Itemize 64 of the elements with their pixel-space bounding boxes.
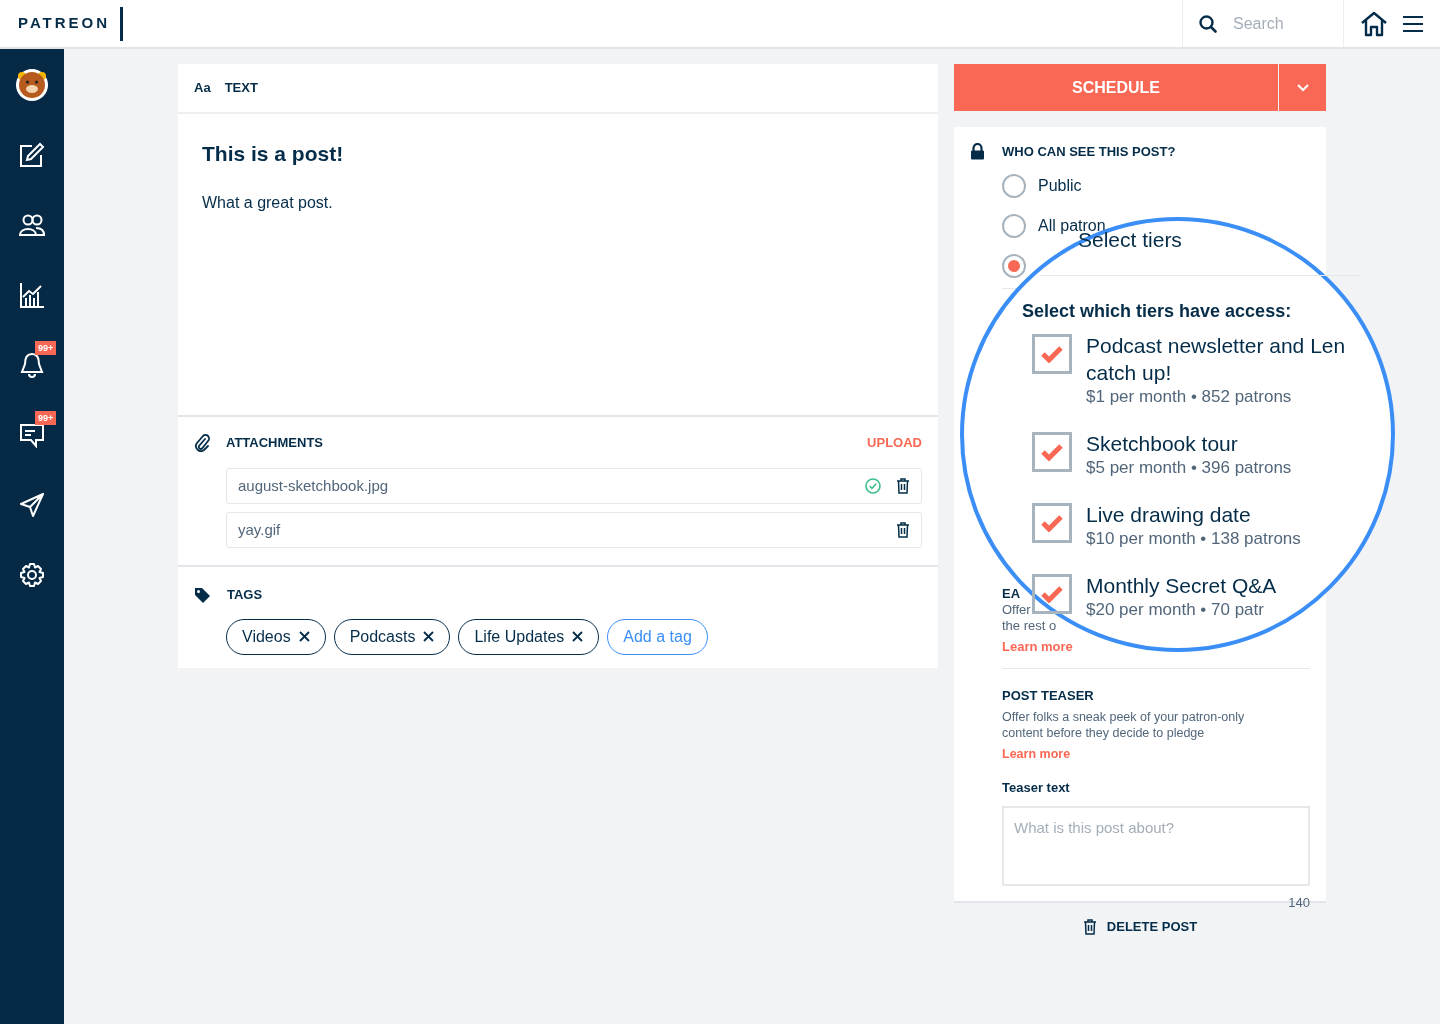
home-icon[interactable] [1360, 10, 1388, 37]
notification-badge: 99+ [35, 341, 57, 355]
bell-icon[interactable] [20, 352, 44, 378]
chevron-down-icon [1296, 83, 1309, 92]
tier-checkbox[interactable] [1032, 503, 1072, 543]
settings-icon[interactable] [19, 562, 45, 588]
trash-icon[interactable] [896, 478, 910, 495]
post-teaser-description: Offer folks a sneak peek of your patron-only content before they decide to pledge [1002, 708, 1246, 741]
trash-icon[interactable] [896, 522, 910, 539]
radio-label[interactable]: Public [1038, 173, 1082, 198]
tier-access-prompt: Select which tiers have access: [1022, 300, 1293, 322]
edit-icon[interactable] [19, 142, 45, 168]
tier-checkbox[interactable] [1032, 432, 1072, 472]
search-field[interactable]: Search [1233, 11, 1323, 36]
lock-icon [970, 143, 985, 161]
tags-heading: TAGS [227, 586, 263, 605]
radio-button[interactable] [1002, 253, 1026, 278]
tag-icon [194, 586, 211, 604]
trash-icon [1082, 918, 1097, 935]
tier-checkbox[interactable] [1032, 334, 1072, 374]
close-icon[interactable] [423, 631, 435, 643]
close-icon[interactable] [572, 631, 584, 643]
attachment-field[interactable]: yay.gif [226, 512, 922, 549]
teaser-text-field[interactable]: What is this post about? [1002, 805, 1310, 886]
checkmark-icon [1040, 443, 1064, 461]
menu-icon[interactable] [1402, 14, 1424, 33]
character-counter: 140 [1288, 893, 1310, 912]
tier-price: $20 per month • 70 patr [1086, 599, 1265, 621]
post-type-label: TEXT [224, 79, 258, 98]
teaser-text-label: Teaser text [1002, 779, 1071, 798]
text-type-icon: Aa [194, 78, 211, 98]
early-access-description: the rest o [1002, 617, 1057, 634]
radio-button[interactable] [1002, 213, 1026, 238]
send-icon[interactable] [19, 492, 45, 518]
tier-checkbox[interactable] [1032, 574, 1072, 614]
search-icon [1199, 14, 1217, 33]
tier-name: Monthly Secret Q&A [1086, 573, 1277, 599]
checkmark-icon [1040, 345, 1064, 363]
early-access-heading: EA [1002, 585, 1021, 602]
people-icon[interactable] [19, 214, 45, 236]
post-body[interactable]: What a great post. [202, 191, 914, 216]
visibility-heading: WHO CAN SEE THIS POST? [1002, 143, 1176, 161]
chart-icon[interactable] [19, 282, 45, 308]
paperclip-icon [194, 433, 210, 452]
tier-price: $1 per month • 852 patrons [1086, 386, 1293, 408]
radio-button[interactable] [1002, 173, 1026, 198]
close-icon[interactable] [298, 631, 310, 643]
tier-name: Podcast newsletter and Len catch up! [1086, 333, 1346, 386]
tier-price: $10 per month • 138 patrons [1086, 528, 1301, 550]
delete-post-button[interactable]: DELETE POST [1082, 917, 1198, 937]
bear-avatar-icon[interactable] [15, 68, 49, 102]
notification-badge: 99+ [35, 411, 57, 425]
attachments-heading: ATTACHMENTS [226, 433, 323, 452]
post-title[interactable]: This is a post! [202, 137, 914, 170]
tier-name: Live drawing date [1086, 502, 1252, 528]
checkmark-icon [1040, 514, 1064, 532]
tier-price: $5 per month • 396 patrons [1086, 457, 1292, 479]
checkmark-icon [1040, 585, 1064, 603]
early-access-description: Offer [1002, 601, 1031, 618]
post-teaser-heading: POST TEASER [1002, 687, 1095, 705]
patreon-logo[interactable]: PATREON [18, 12, 111, 35]
chat-icon[interactable] [19, 422, 45, 448]
tier-name: Sketchbook tour [1086, 431, 1239, 457]
attachment-field[interactable]: august-sketchbook.jpg [226, 468, 922, 505]
